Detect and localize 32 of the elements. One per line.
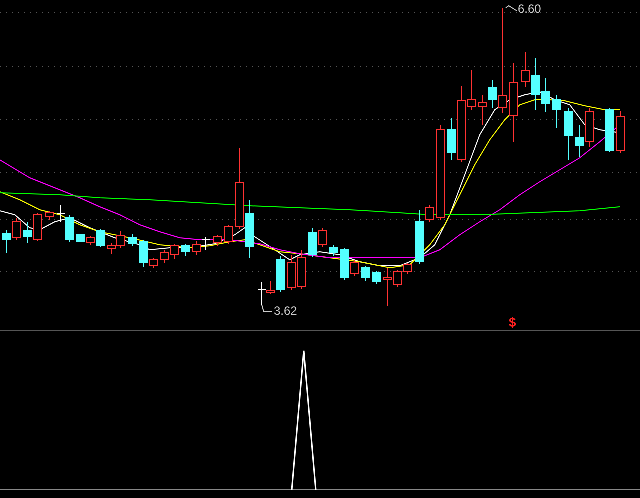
candlestick: [214, 234, 222, 246]
candlestick: [552, 94, 562, 128]
candlestick: [192, 240, 202, 256]
high-price-label: 6.60: [518, 3, 542, 15]
candlestick: [372, 270, 382, 284]
leader-line: [262, 304, 272, 312]
candlestick: [362, 266, 370, 282]
candlestick: [586, 108, 594, 148]
candlestick: [128, 234, 138, 246]
candlestick: [564, 108, 574, 160]
signal-mark: $: [509, 316, 516, 329]
candlestick: [160, 250, 170, 264]
candlestick: [202, 236, 210, 250]
candlestick: [170, 244, 180, 260]
candlestick: [246, 200, 254, 258]
candlestick: [76, 234, 86, 242]
candlestick: [576, 124, 584, 158]
candlestick: [298, 250, 306, 290]
candlestick: [24, 222, 32, 244]
candlestick: [616, 110, 626, 154]
candlestick: [224, 224, 234, 244]
candlestick: [330, 244, 338, 256]
low-price-label: 3.62: [274, 305, 298, 317]
leader-line: [506, 5, 518, 12]
candlestick: [34, 212, 42, 242]
candlestick: [46, 210, 54, 220]
candlestick: [12, 218, 22, 240]
candlestick: [606, 108, 614, 152]
candlestick: [182, 244, 190, 256]
candlestick: [478, 94, 488, 126]
candlestick: [2, 230, 12, 254]
candlestick: [288, 254, 296, 290]
